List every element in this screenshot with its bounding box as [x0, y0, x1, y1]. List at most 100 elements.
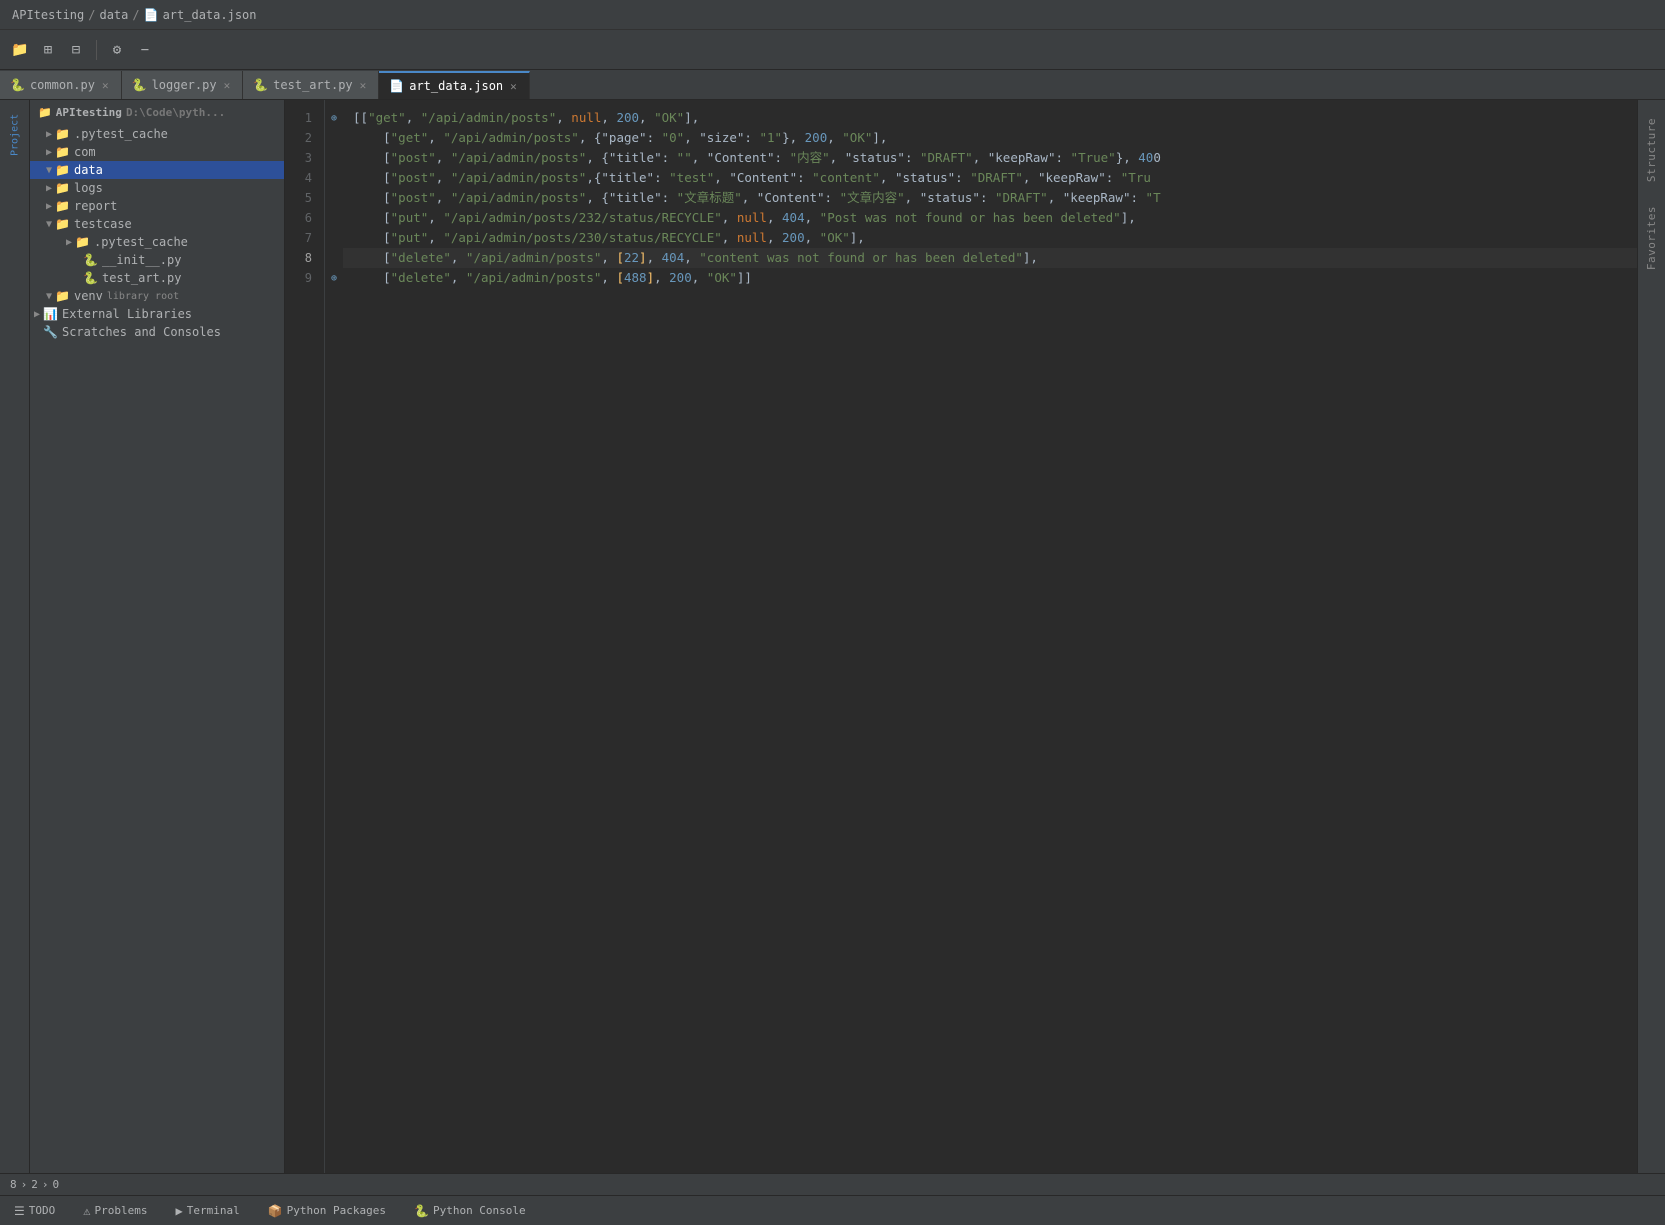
right-panel-tabs: Structure Favorites [1637, 100, 1665, 1173]
code-editor[interactable]: [["get", "/api/admin/posts", null, 200, … [343, 100, 1637, 1173]
arrow-testcase: ▼ [46, 219, 52, 230]
python-icon-init: 🐍 [83, 253, 98, 267]
breadcrumb-bar: APItesting / data / 📄 art_data.json [0, 0, 1665, 30]
line-num-1: 1 [289, 108, 320, 128]
gutter-mark-4 [325, 168, 343, 188]
python-icon-test-art: 🐍 [83, 271, 98, 285]
terminal-label: Terminal [187, 1204, 240, 1217]
tab-test-art-py-close[interactable]: ✕ [358, 78, 369, 93]
tree-item-com[interactable]: ▶ 📁 com [30, 143, 284, 161]
python-packages-label: Python Packages [287, 1204, 386, 1217]
gutter-mark-8 [325, 248, 343, 268]
tab-art-data-json-close[interactable]: ✕ [508, 79, 519, 94]
tree-label-data: data [74, 163, 103, 177]
arrow-testcase-pytest-cache: ▶ [66, 237, 72, 248]
gutter-mark-5 [325, 188, 343, 208]
project-tree-header: 📁 APItesting D:\Code\pyth... [30, 100, 284, 125]
gutter-mark-2 [325, 128, 343, 148]
code-line-5: ["post", "/api/admin/posts", {"title": "… [343, 188, 1637, 208]
tree-item-external-libs[interactable]: ▶ 📊 External Libraries [30, 305, 284, 323]
line-numbers: 1 2 3 4 5 6 7 8 9 [285, 100, 325, 1173]
breadcrumb-file-icon: 📄 [144, 8, 159, 22]
tab-art-data-json[interactable]: 📄 art_data.json ✕ [379, 71, 530, 99]
breadcrumb-sep2: / [132, 8, 139, 22]
breadcrumb-project[interactable]: APItesting [12, 8, 84, 22]
todo-icon: ☰ [14, 1204, 25, 1218]
breadcrumb-file[interactable]: art_data.json [163, 8, 257, 22]
line-num-4: 4 [289, 168, 320, 188]
settings-icon[interactable]: ⚙ [105, 38, 129, 62]
tab-logger-py-label: logger.py [152, 78, 217, 92]
gutter-mark-9[interactable]: ⊕ [325, 268, 343, 288]
tab-test-art-py[interactable]: 🐍 test_art.py ✕ [243, 71, 379, 99]
tree-label-venv: venv [74, 289, 103, 303]
gutter-mark-3 [325, 148, 343, 168]
favorites-tab[interactable]: Favorites [1641, 198, 1662, 278]
tab-art-data-json-label: art_data.json [409, 79, 503, 93]
project-path: D:\Code\pyth... [126, 106, 225, 119]
terminal-icon: ▶ [175, 1204, 182, 1218]
code-line-4: ["post", "/api/admin/posts",{"title": "t… [343, 168, 1637, 188]
tab-terminal[interactable]: ▶ Terminal [169, 1202, 245, 1220]
tab-problems[interactable]: ⚠ Problems [77, 1202, 153, 1220]
tab-test-art-py-label: test_art.py [273, 78, 352, 92]
tree-item-pytest-cache[interactable]: ▶ 📁 .pytest_cache [30, 125, 284, 143]
code-line-1: [["get", "/api/admin/posts", null, 200, … [343, 108, 1637, 128]
tree-item-data[interactable]: ▼ 📁 data [30, 161, 284, 179]
tree-label-init-py: __init__.py [102, 253, 181, 267]
arrow-venv: ▼ [46, 291, 52, 302]
status-sep2: › [42, 1178, 49, 1191]
line-num-8: 8 [289, 248, 320, 268]
tree-item-scratches[interactable]: ▶ 🔧 Scratches and Consoles [30, 323, 284, 341]
tab-todo[interactable]: ☰ TODO [8, 1202, 61, 1220]
tree-label-com: com [74, 145, 96, 159]
main-area: Project 📁 APItesting D:\Code\pyth... ▶ 📁… [0, 100, 1665, 1173]
folder-icon-pytest-cache: 📁 [55, 127, 70, 141]
tab-python-console[interactable]: 🐍 Python Console [408, 1202, 532, 1220]
tab-logger-py[interactable]: 🐍 logger.py ✕ [122, 71, 244, 99]
tree-item-testcase[interactable]: ▼ 📁 testcase [30, 215, 284, 233]
tree-label-testcase-pytest-cache: .pytest_cache [94, 235, 188, 249]
close-panel-icon[interactable]: − [133, 38, 157, 62]
tree-label-testcase: testcase [74, 217, 132, 231]
line-num-9: 9 [289, 268, 320, 288]
folder-icon-testcase: 📁 [55, 217, 70, 231]
bottom-tab-bar: ☰ TODO ⚠ Problems ▶ Terminal 📦 Python Pa… [0, 1195, 1665, 1225]
folder-icon-external-libs: 📊 [43, 307, 58, 321]
left-panel-buttons: Project [0, 100, 30, 1173]
tab-logger-py-close[interactable]: ✕ [222, 78, 233, 93]
status-line-label: 8 [10, 1178, 17, 1191]
library-root-badge: library root [107, 291, 179, 302]
python-packages-icon: 📦 [268, 1204, 283, 1218]
project-panel-button[interactable]: Project [5, 105, 25, 165]
tab-common-py[interactable]: 🐍 common.py ✕ [0, 71, 122, 99]
folder-icon-data: 📁 [55, 163, 70, 177]
arrow-logs: ▶ [46, 183, 52, 194]
tree-item-init-py[interactable]: ▶ 🐍 __init__.py [30, 251, 284, 269]
tab-python-packages[interactable]: 📦 Python Packages [262, 1202, 392, 1220]
arrow-external-libs: ▶ [34, 309, 40, 320]
tree-label-scratches: Scratches and Consoles [62, 325, 221, 339]
folder-icon-com: 📁 [55, 145, 70, 159]
tree-item-report[interactable]: ▶ 📁 report [30, 197, 284, 215]
todo-label: TODO [29, 1204, 56, 1217]
project-name: APItesting [56, 106, 122, 119]
gutter-mark-1[interactable]: ⊕ [325, 108, 343, 128]
project-view-icon[interactable]: 📁 [8, 38, 32, 62]
tab-test-art-py-icon: 🐍 [253, 78, 268, 92]
toolbar: 📁 ⊞ ⊟ ⚙ − [0, 30, 1665, 70]
tree-label-pytest-cache: .pytest_cache [74, 127, 168, 141]
breadcrumb-data[interactable]: data [99, 8, 128, 22]
tree-item-logs[interactable]: ▶ 📁 logs [30, 179, 284, 197]
structure-tab[interactable]: Structure [1641, 110, 1662, 190]
expand-all-icon[interactable]: ⊞ [36, 38, 60, 62]
tree-item-venv[interactable]: ▼ 📁 venv library root [30, 287, 284, 305]
gutter-mark-6 [325, 208, 343, 228]
code-line-9: ["delete", "/api/admin/posts", [488], 20… [343, 268, 1637, 288]
collapse-all-icon[interactable]: ⊟ [64, 38, 88, 62]
tab-common-py-close[interactable]: ✕ [100, 78, 111, 93]
tree-item-testcase-pytest-cache[interactable]: ▶ 📁 .pytest_cache [30, 233, 284, 251]
toolbar-separator [96, 40, 97, 60]
tree-item-test-art-py[interactable]: ▶ 🐍 test_art.py [30, 269, 284, 287]
gutter-mark-7 [325, 228, 343, 248]
